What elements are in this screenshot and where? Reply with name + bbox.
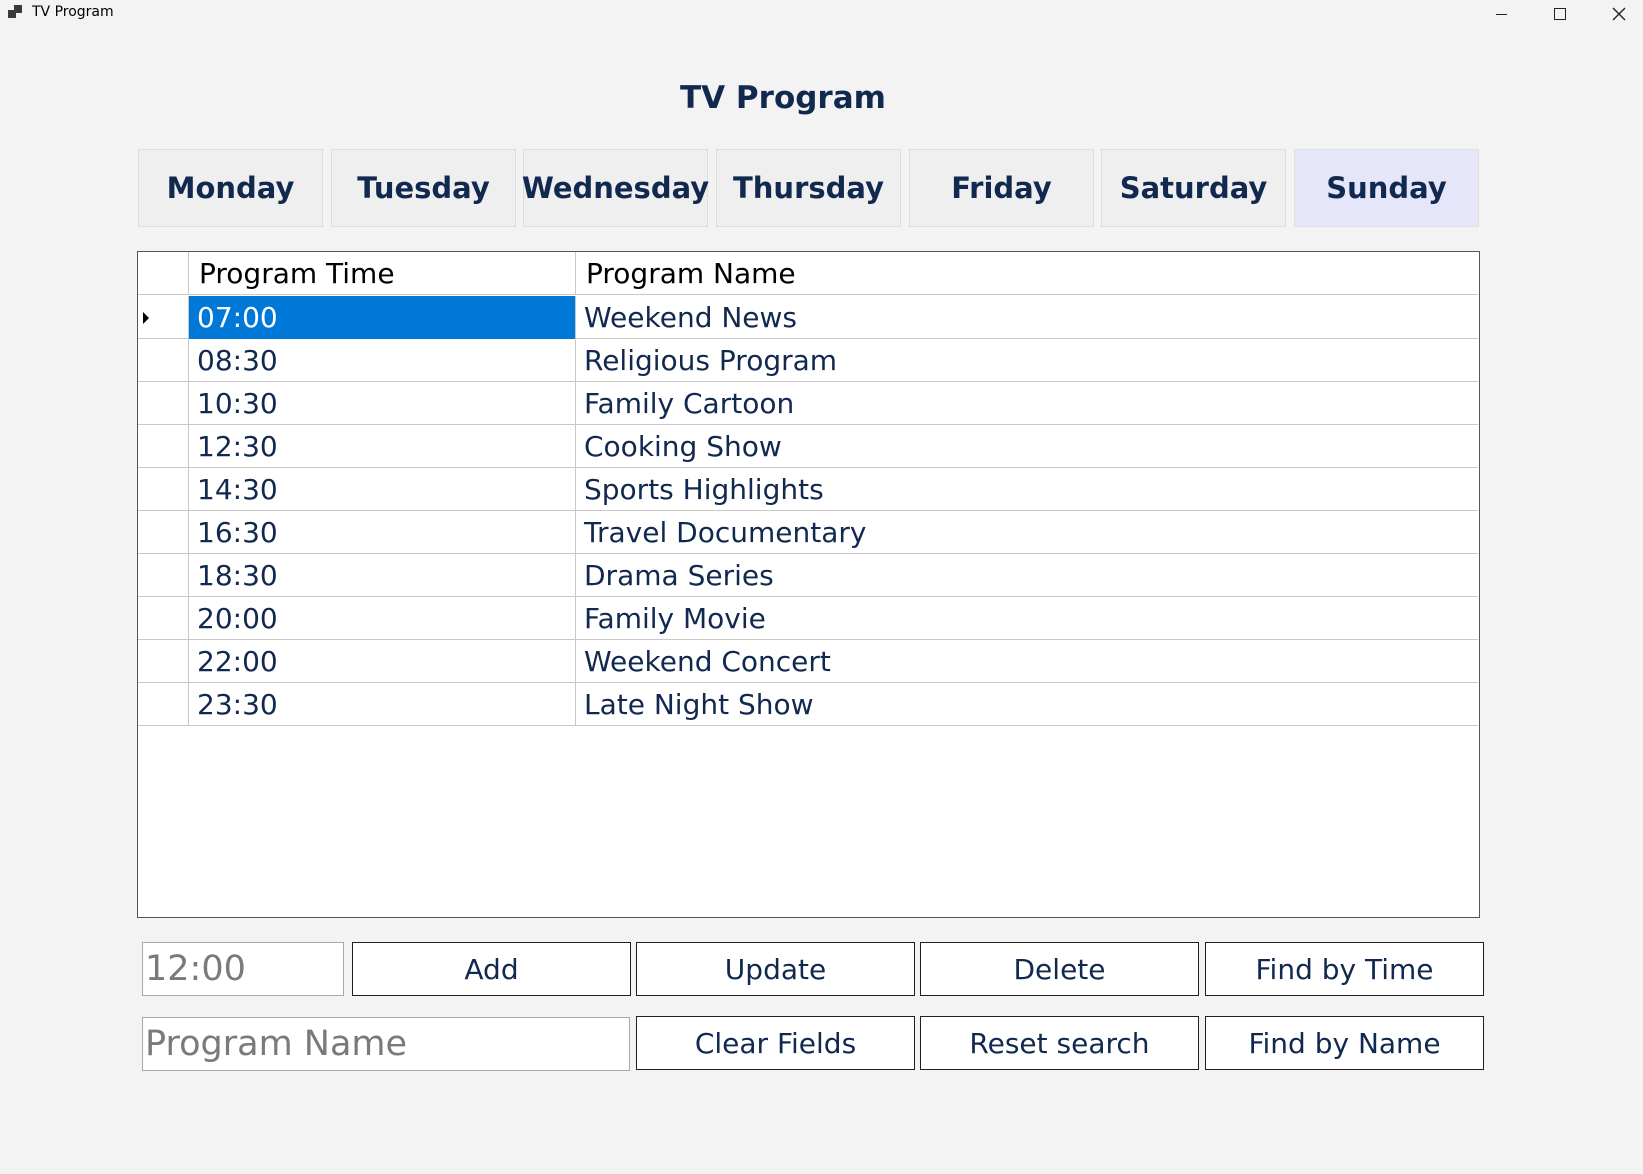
tab-wednesday[interactable]: Wednesday [521, 149, 710, 227]
table-row[interactable]: 12:30 Cooking Show [138, 425, 1478, 468]
row-header[interactable] [138, 425, 189, 468]
table-row[interactable]: 18:30 Drama Series [138, 554, 1478, 597]
name-cell[interactable]: Weekend Concert [576, 640, 1478, 683]
tab-sunday[interactable]: Sunday [1294, 149, 1479, 227]
tab-label: Wednesday [521, 171, 710, 205]
name-cell[interactable]: Drama Series [576, 554, 1478, 597]
column-header-name[interactable]: Program Name [576, 252, 1478, 295]
name-cell[interactable]: Family Movie [576, 597, 1478, 640]
time-cell[interactable]: 23:30 [189, 683, 576, 726]
row-header-corner [138, 252, 189, 295]
app-icon [8, 5, 22, 19]
tab-saturday[interactable]: Saturday [1101, 149, 1286, 227]
page-title: TV Program [680, 80, 886, 116]
close-icon [1612, 7, 1626, 21]
column-header-time[interactable]: Program Time [189, 252, 576, 295]
time-cell[interactable]: 18:30 [189, 554, 576, 597]
time-input[interactable] [142, 942, 344, 996]
find-by-name-button[interactable]: Find by Name [1205, 1016, 1484, 1070]
window-title: TV Program [32, 4, 114, 20]
find-by-time-button[interactable]: Find by Time [1205, 942, 1484, 996]
tab-label: Saturday [1119, 171, 1268, 205]
time-cell[interactable]: 10:30 [189, 382, 576, 425]
row-header[interactable] [138, 339, 189, 382]
name-cell[interactable]: Weekend News [576, 296, 1478, 339]
grid-header-row: Program Time Program Name [138, 252, 1478, 295]
program-name-input[interactable] [142, 1017, 630, 1071]
tab-label: Friday [951, 171, 1052, 205]
table-row[interactable]: 07:00 Weekend News [138, 296, 1478, 339]
tab-friday[interactable]: Friday [909, 149, 1094, 227]
close-button[interactable] [1590, 0, 1643, 28]
table-row[interactable]: 16:30 Travel Documentary [138, 511, 1478, 554]
time-cell[interactable]: 08:30 [189, 339, 576, 382]
time-cell[interactable]: 12:30 [189, 425, 576, 468]
time-cell[interactable]: 16:30 [189, 511, 576, 554]
delete-button[interactable]: Delete [920, 942, 1199, 996]
add-button[interactable]: Add [352, 942, 631, 996]
tab-monday[interactable]: Monday [138, 149, 323, 227]
current-row-icon [143, 311, 149, 324]
minimize-button[interactable] [1472, 0, 1530, 28]
time-cell[interactable]: 20:00 [189, 597, 576, 640]
table-row[interactable]: 20:00 Family Movie [138, 597, 1478, 640]
clear-fields-button[interactable]: Clear Fields [636, 1016, 915, 1070]
tab-label: Sunday [1326, 171, 1447, 205]
tab-label: Thursday [733, 171, 884, 205]
row-header[interactable] [138, 296, 189, 339]
maximize-button[interactable] [1531, 0, 1589, 28]
tab-tuesday[interactable]: Tuesday [331, 149, 516, 227]
tab-label: Monday [166, 171, 295, 205]
name-cell[interactable]: Cooking Show [576, 425, 1478, 468]
reset-search-button[interactable]: Reset search [920, 1016, 1199, 1070]
name-cell[interactable]: Religious Program [576, 339, 1478, 382]
row-header[interactable] [138, 468, 189, 511]
table-row[interactable]: 23:30 Late Night Show [138, 683, 1478, 726]
minimize-icon [1495, 13, 1507, 15]
table-row[interactable]: 10:30 Family Cartoon [138, 382, 1478, 425]
time-cell[interactable]: 14:30 [189, 468, 576, 511]
row-header[interactable] [138, 683, 189, 726]
name-cell[interactable]: Travel Documentary [576, 511, 1478, 554]
name-cell[interactable]: Sports Highlights [576, 468, 1478, 511]
tab-thursday[interactable]: Thursday [716, 149, 901, 227]
tab-label: Tuesday [357, 171, 490, 205]
name-cell[interactable]: Family Cartoon [576, 382, 1478, 425]
program-grid[interactable]: Program Time Program Name 07:00 Weekend … [137, 251, 1480, 918]
update-button[interactable]: Update [636, 942, 915, 996]
row-header[interactable] [138, 382, 189, 425]
maximize-icon [1554, 8, 1566, 20]
name-cell[interactable]: Late Night Show [576, 683, 1478, 726]
time-cell[interactable]: 07:00 [189, 296, 576, 339]
row-header[interactable] [138, 511, 189, 554]
table-row[interactable]: 22:00 Weekend Concert [138, 640, 1478, 683]
row-header[interactable] [138, 597, 189, 640]
title-bar: TV Program [0, 0, 1643, 28]
table-row[interactable]: 08:30 Religious Program [138, 339, 1478, 382]
time-cell[interactable]: 22:00 [189, 640, 576, 683]
row-header[interactable] [138, 640, 189, 683]
table-row[interactable]: 14:30 Sports Highlights [138, 468, 1478, 511]
row-header[interactable] [138, 554, 189, 597]
